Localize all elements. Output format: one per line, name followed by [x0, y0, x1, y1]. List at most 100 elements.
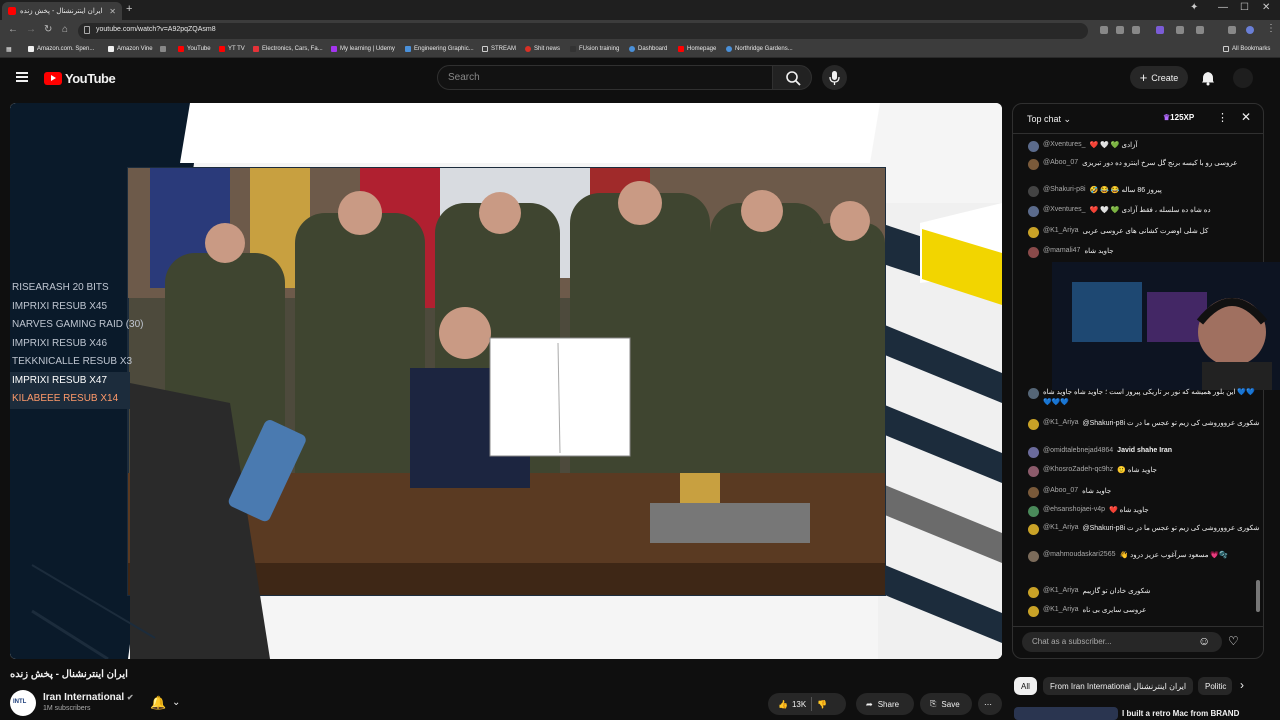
close-window-icon[interactable]: ✕ — [1262, 2, 1270, 13]
forward-icon[interactable]: → — [26, 24, 36, 35]
search-input[interactable]: Search — [437, 65, 774, 90]
chat-message[interactable]: @Xventures_ ❤️ 🤍 💚 آزادی — [1028, 141, 1263, 152]
share-label: Share — [877, 699, 900, 709]
account-avatar-icon[interactable] — [1246, 26, 1254, 34]
chat-message[interactable]: @omidtalebnejad4864 Javid shahe Iran — [1028, 447, 1263, 458]
chat-message[interactable]: @K1_Ariya @Shakuri-p8i شکوری عرووروشی کی … — [1028, 419, 1263, 430]
all-bookmarks[interactable]: All Bookmarks — [1223, 46, 1270, 52]
thumbs-down-icon[interactable]: 👎 — [817, 700, 827, 709]
webcam-overlay — [1052, 262, 1280, 390]
avatar — [1028, 141, 1039, 152]
avatar[interactable] — [1233, 68, 1253, 88]
reload-icon[interactable]: ↻ — [44, 24, 52, 35]
bookmark-favicon-icon — [219, 46, 225, 52]
bookmark-item[interactable]: Shit news — [525, 46, 560, 52]
chat-message[interactable]: @mamali47 جاوید شاه — [1028, 247, 1263, 258]
extensions-puzzle-icon[interactable] — [1176, 26, 1184, 34]
back-icon[interactable]: ← — [8, 24, 18, 35]
bookmark-item[interactable]: YouTube — [178, 46, 211, 52]
heart-icon[interactable]: ♡ — [1228, 634, 1239, 648]
notifications-bell-icon[interactable]: 🔔 — [150, 695, 166, 711]
zoom-icon[interactable] — [1116, 26, 1124, 34]
downloads-icon[interactable] — [1196, 26, 1204, 34]
chip-politics[interactable]: Politic — [1198, 677, 1232, 695]
address-bar[interactable]: youtube.com/watch?v=A92pqZQAsm8 — [78, 23, 1088, 39]
extension-icon[interactable] — [1156, 26, 1164, 34]
browser-tab[interactable]: ایران اینترنشنال - پخش زنده ✕ — [2, 2, 122, 20]
bookmark-item[interactable]: Electronics, Cars, Fa... — [253, 46, 323, 52]
cast-icon[interactable] — [1100, 26, 1108, 34]
chat-message[interactable]: این بلور همیشه که نور بر تاریکی پیروز اس… — [1028, 388, 1263, 408]
bookmark-item[interactable]: Amazon.com. Spen... — [28, 46, 94, 52]
create-label: Create — [1151, 72, 1179, 83]
chat-input[interactable]: Chat as a subscriber... — [1022, 632, 1222, 652]
recommended-thumbnail[interactable] — [1014, 707, 1118, 720]
chip-all[interactable]: All — [1014, 677, 1037, 695]
bookmark-star-icon[interactable] — [1132, 26, 1140, 34]
chat-message[interactable]: @Aboo_07 عروسی رو با کیسه برنج گل سرخ این… — [1028, 159, 1263, 170]
chat-message[interactable]: @Xventures_ ❤️ 🤍 💚 ده شاه ده سلسله ، فقط … — [1028, 206, 1263, 217]
save-button[interactable]: ⎘ Save — [920, 693, 972, 715]
bookmark-folder[interactable]: STREAM — [482, 46, 516, 52]
channel-avatar[interactable] — [10, 690, 36, 716]
chat-message[interactable]: @K1_Ariya عروسی سایری بی ناه — [1028, 606, 1263, 617]
chat-message[interactable]: @K1_Ariya شکوری خادان تو گازیبم — [1028, 587, 1263, 598]
emoji-icon[interactable]: ☺ — [1198, 634, 1210, 648]
bookmark-item[interactable]: YT TV — [219, 46, 245, 52]
video-player[interactable]: RISEARASH 20 BITS IMPRIXI RESUB X45 NARV… — [10, 103, 1002, 659]
create-button[interactable]: + Create — [1130, 66, 1188, 89]
new-tab-icon[interactable]: + — [126, 3, 132, 15]
bookmark-item[interactable]: FUsion training — [570, 46, 619, 52]
video-title: ایران اینترنشنال - پخش زنده — [10, 669, 128, 680]
bookmark-item[interactable]: My learning | Udemy — [331, 46, 395, 52]
minimize-icon[interactable]: — — [1218, 2, 1228, 13]
top-chat-dropdown[interactable]: Top chat ⌄ — [1027, 114, 1071, 125]
sidepanel-icon[interactable] — [1228, 26, 1236, 34]
bookmark-item[interactable]: Homepage — [678, 46, 716, 52]
like-count: 13K — [791, 699, 807, 709]
chat-message[interactable]: @Shakuri-p8i 🤣 😂 😂 پیروز 86 ساله — [1028, 186, 1263, 197]
avatar — [1028, 606, 1039, 617]
share-button[interactable]: ➦ Share — [856, 693, 914, 715]
profile-icon[interactable]: ✦ — [1190, 2, 1198, 13]
bookmark-item[interactable]: Engineering Graphic... — [405, 46, 474, 52]
chip-from-channel[interactable]: From Iran International ایران اینترنشنال — [1043, 677, 1194, 695]
menu-icon[interactable] — [16, 72, 28, 82]
channel-name[interactable]: Iran International ✔ — [43, 692, 134, 703]
chat-menu-icon[interactable]: ⋮ — [1217, 111, 1228, 124]
xp-badge[interactable]: ♛125XP — [1163, 113, 1194, 122]
maximize-icon[interactable]: ☐ — [1240, 2, 1249, 13]
voice-search-button[interactable] — [822, 65, 847, 90]
chat-message[interactable]: @ehsanshojaei-v4p ❤️ جاوید شاه — [1028, 506, 1263, 517]
apps-grid-icon[interactable]: ▦ — [6, 46, 12, 53]
bookmark-item[interactable]: Dashboard — [629, 46, 667, 52]
browser-menu-icon[interactable]: ⋮ — [1266, 23, 1276, 34]
chevron-down-icon[interactable]: ⌄ — [172, 697, 180, 708]
close-tab-icon[interactable]: ✕ — [109, 7, 116, 16]
youtube-logo[interactable]: YouTube — [44, 71, 116, 86]
recommended-title[interactable]: I built a retro Mac from BRAND — [1122, 709, 1239, 718]
chat-message[interactable]: @Aboo_07 جاوید شاه — [1028, 487, 1263, 498]
chat-message[interactable]: @K1_Ariya کل شلی اوضرت کشانی های عروسی عر… — [1028, 227, 1263, 238]
avatar — [1028, 506, 1039, 517]
ticker-line: IMPRIXI RESUB X45 — [12, 300, 108, 312]
avatar — [1028, 587, 1039, 598]
more-actions-button[interactable]: ⋯ — [978, 693, 1002, 715]
close-chat-icon[interactable]: ✕ — [1241, 110, 1251, 124]
chat-message[interactable]: @K1_Ariya @Shakuri-p8i شکوری عرووروشی کی … — [1028, 524, 1263, 535]
bookmark-item[interactable] — [160, 46, 166, 52]
home-icon[interactable]: ⌂ — [62, 24, 68, 35]
chat-message[interactable]: @mahmoudaskari2565 👋 مسعود سرآغوب عزیز در… — [1028, 551, 1263, 562]
search-button[interactable] — [772, 65, 812, 90]
chat-message[interactable]: @KhosroZadeh-qc9hz 🙂 جاوید شاه — [1028, 466, 1263, 477]
youtube-play-icon — [44, 72, 62, 85]
chat-scrollbar[interactable] — [1256, 580, 1260, 612]
youtube-favicon-icon — [8, 7, 16, 15]
chevron-right-icon[interactable]: › — [1240, 678, 1244, 692]
bookmark-item[interactable]: Amazon Vine — [108, 46, 153, 52]
bookmark-item[interactable]: Northridge Gardens... — [726, 46, 793, 52]
like-button[interactable]: 👍 13K — [778, 700, 806, 709]
notifications-bell-icon[interactable] — [1200, 70, 1216, 86]
site-info-icon[interactable] — [84, 26, 90, 34]
ticker-line: RISEARASH 20 BITS — [12, 282, 109, 293]
